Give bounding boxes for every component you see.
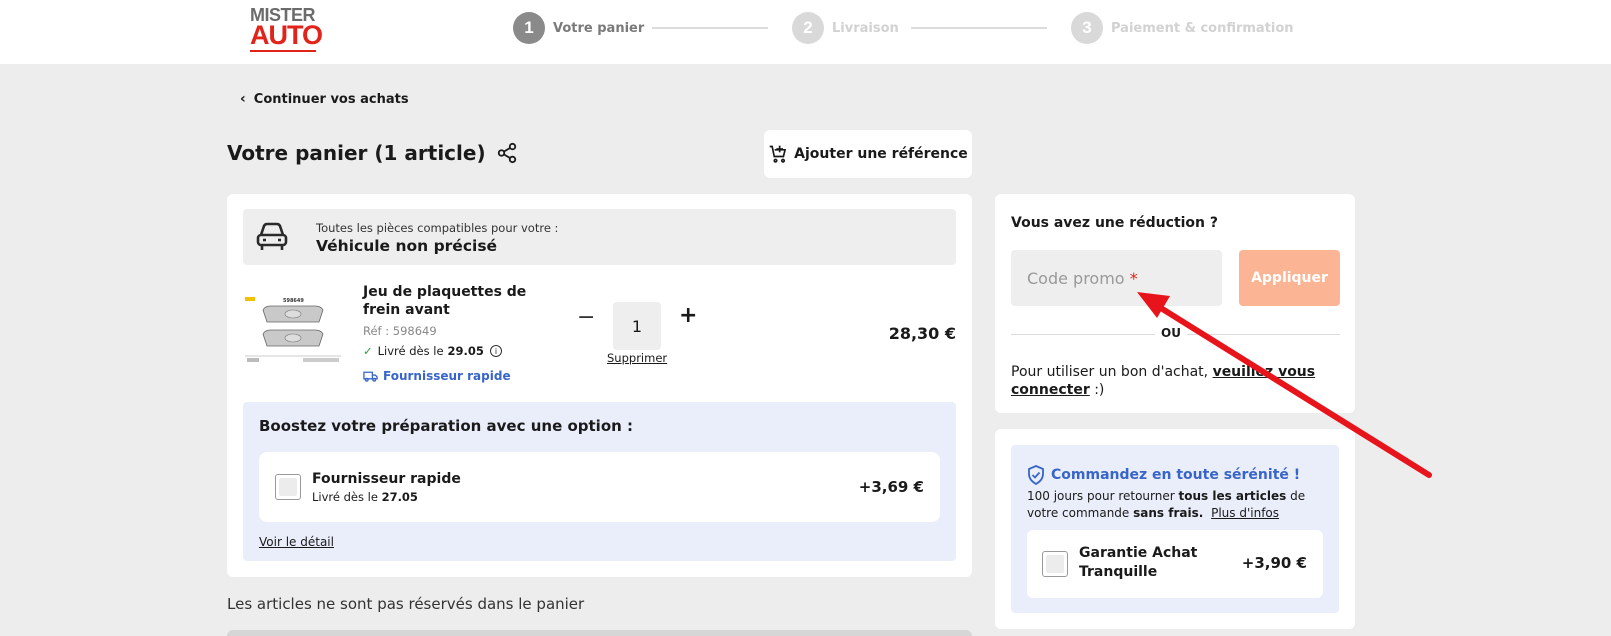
- promo-question: Vous avez une réduction ?: [1011, 215, 1219, 231]
- vehicle-caption: Toutes les pièces compatibles pour votre…: [316, 221, 559, 235]
- vehicle-banner[interactable]: Toutes les pièces compatibles pour votre…: [243, 209, 956, 265]
- cart-plus-icon: [769, 145, 787, 163]
- product-delivery: ✓ Livré dès le 29.05 i: [363, 344, 502, 358]
- delivery-date: 29.05: [447, 344, 484, 358]
- fast-supplier-label: Fournisseur rapide: [383, 369, 511, 383]
- fast-supplier-tag: Fournisseur rapide: [363, 369, 511, 383]
- info-icon[interactable]: i: [489, 345, 502, 357]
- boost-title: Boostez votre préparation avec une optio…: [259, 417, 634, 435]
- more-info-link[interactable]: Plus d'infos: [1211, 506, 1279, 520]
- mister-auto-logo[interactable]: MISTER AUTO: [250, 6, 323, 52]
- boost-option[interactable]: Fournisseur rapide Livré dès le 27.05 +3…: [259, 452, 940, 522]
- next-card-edge: [227, 630, 972, 636]
- step-divider: [652, 27, 768, 29]
- car-icon: [256, 222, 288, 250]
- remove-item-link[interactable]: Supprimer: [607, 351, 667, 365]
- add-reference-label: Ajouter une référence: [794, 146, 968, 162]
- product-image[interactable]: 598649: [243, 294, 343, 364]
- shield-check-icon: [1028, 465, 1044, 485]
- promo-card: Vous avez une réduction ? Code promo * A…: [995, 194, 1355, 413]
- item-price: 28,30 €: [888, 324, 956, 343]
- continue-shopping-label: Continuer vos achats: [253, 91, 409, 107]
- step-number: 2: [792, 12, 824, 44]
- step-label: Votre panier: [553, 20, 645, 36]
- step-label: Livraison: [832, 20, 899, 36]
- guarantee-option[interactable]: Garantie Achat Tranquille +3,90 €: [1027, 530, 1323, 598]
- continue-shopping-link[interactable]: ‹ Continuer vos achats: [240, 91, 409, 107]
- boost-option-name: Fournisseur rapide: [312, 471, 461, 487]
- header-bar: MISTER AUTO 1 Votre panier 2 Livraison 3…: [0, 0, 1611, 64]
- serenity-text: 100 jours pour retourner tous les articl…: [1027, 489, 1306, 520]
- step-divider: [911, 27, 1047, 29]
- step-cart: 1 Votre panier: [513, 12, 644, 44]
- cart-title-text: Votre panier (1 article): [227, 141, 486, 165]
- svg-text:598649: 598649: [283, 298, 304, 304]
- add-reference-button[interactable]: Ajouter une référence: [764, 130, 972, 178]
- truck-icon: [363, 371, 378, 382]
- step-number: 3: [1071, 12, 1103, 44]
- boost-option-price: +3,69 €: [858, 478, 924, 496]
- serenity-title: Commandez en toute sérénité !: [1027, 465, 1300, 485]
- guarantee-checkbox[interactable]: [1042, 551, 1068, 577]
- step-delivery: 2 Livraison: [792, 12, 899, 44]
- chevron-left-icon: ‹: [240, 91, 246, 107]
- vehicle-name: Véhicule non précisé: [316, 237, 498, 255]
- step-number: 1: [513, 12, 545, 44]
- guarantee-name: Garantie Achat Tranquille: [1079, 545, 1198, 580]
- quantity-decrease-button[interactable]: −: [577, 305, 595, 330]
- apply-promo-button[interactable]: Appliquer: [1239, 250, 1340, 306]
- not-reserved-notice: Les articles ne sont pas réservés dans l…: [227, 595, 585, 613]
- boost-panel: Boostez votre préparation avec une optio…: [243, 402, 956, 561]
- see-detail-link[interactable]: Voir le détail: [259, 535, 334, 549]
- serenity-card: Commandez en toute sérénité ! 100 jours …: [995, 429, 1355, 629]
- quantity-increase-button[interactable]: +: [679, 303, 697, 328]
- quantity-value[interactable]: 1: [613, 302, 661, 350]
- delivery-prefix: Livré dès le: [377, 344, 444, 358]
- promo-code-input[interactable]: [1011, 250, 1222, 306]
- step-payment: 3 Paiement & confirmation: [1071, 12, 1294, 44]
- guarantee-price: +3,90 €: [1241, 554, 1307, 572]
- boost-option-checkbox[interactable]: [275, 474, 301, 500]
- page-title: Votre panier (1 article): [227, 141, 518, 165]
- boost-option-delivery: Livré dès le 27.05: [312, 490, 418, 504]
- product-name[interactable]: Jeu de plaquettes de frein avant: [363, 283, 553, 319]
- cart-card: Toutes les pièces compatibles pour votre…: [227, 194, 972, 577]
- voucher-text: Pour utiliser un bon d'achat, veuillez v…: [1011, 364, 1316, 398]
- check-icon: ✓: [363, 344, 373, 358]
- product-reference: Réf : 598649: [363, 324, 437, 338]
- serenity-panel: Commandez en toute sérénité ! 100 jours …: [1011, 445, 1339, 613]
- share-icon[interactable]: [496, 142, 518, 164]
- step-label: Paiement & confirmation: [1111, 20, 1294, 36]
- or-separator: OU: [1155, 326, 1187, 340]
